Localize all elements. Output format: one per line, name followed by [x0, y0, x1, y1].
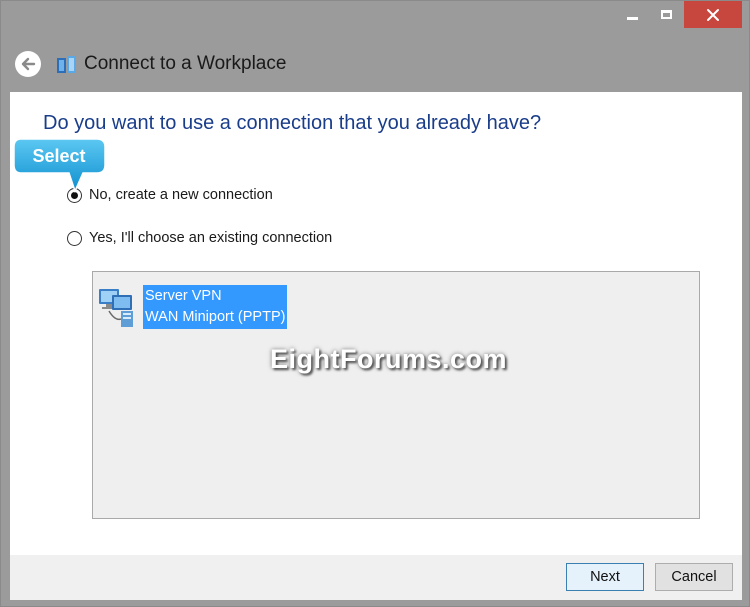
radio-label-existing-connection: Yes, I'll choose an existing connection	[89, 230, 333, 246]
watermark: EightForums.com	[270, 344, 508, 374]
close-icon	[707, 8, 719, 21]
radio-label-new-connection: No, create a new connection	[89, 187, 273, 203]
radio-button-existing-connection[interactable]	[67, 230, 82, 246]
callout-label: Select	[32, 145, 86, 166]
connection-name: Server VPN	[145, 288, 222, 304]
wizard-footer: Next Cancel	[10, 555, 742, 600]
connection-list-item[interactable]: Server VPN WAN Miniport (PPTP)	[97, 285, 288, 329]
page-question: Do you want to use a connection that you…	[43, 112, 542, 134]
back-arrow-icon	[21, 57, 36, 71]
back-button[interactable]	[15, 51, 41, 77]
connection-device: WAN Miniport (PPTP)	[145, 309, 286, 325]
vpn-connection-icon	[99, 289, 133, 327]
close-button[interactable]	[684, 1, 742, 28]
wizard-window: Connect to a Workplace Do you want to us…	[0, 0, 750, 607]
connection-details: Server VPN WAN Miniport (PPTP)	[143, 285, 288, 329]
maximize-button[interactable]	[649, 1, 683, 28]
wizard-header: Connect to a Workplace	[1, 37, 750, 91]
next-button[interactable]: Next	[566, 563, 644, 591]
select-callout: Select	[13, 138, 107, 194]
connection-list[interactable]: Server VPN WAN Miniport (PPTP)	[92, 271, 700, 519]
minimize-button[interactable]	[615, 1, 649, 28]
minimize-icon	[626, 16, 638, 20]
maximize-icon	[660, 10, 672, 19]
network-wizard-icon	[57, 56, 76, 73]
window-title: Connect to a Workplace	[84, 53, 287, 74]
wizard-content: Do you want to use a connection that you…	[10, 92, 742, 555]
cancel-button[interactable]: Cancel	[655, 563, 733, 591]
radio-option-existing-connection[interactable]: Yes, I'll choose an existing connection	[67, 230, 332, 246]
